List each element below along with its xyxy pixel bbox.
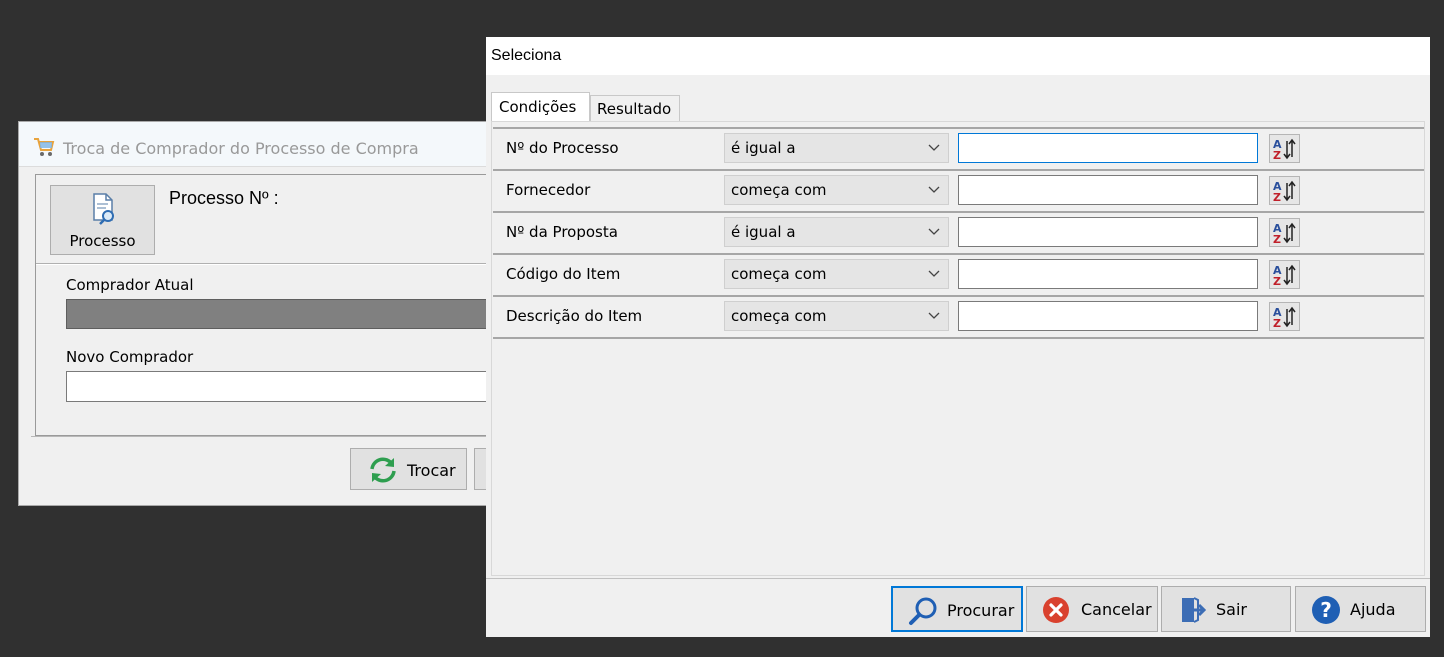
sort-button[interactable]: A Z <box>1269 176 1300 205</box>
process-panel: Processo Processo Nº : Comprador Atual N… <box>35 174 506 436</box>
condition-value-input[interactable] <box>958 259 1258 289</box>
svg-text:Z: Z <box>1273 149 1281 161</box>
refresh-icon <box>370 457 396 483</box>
sort-button[interactable]: A Z <box>1269 302 1300 331</box>
condition-value-input[interactable] <box>958 175 1258 205</box>
cancel-button[interactable]: Cancelar <box>1026 586 1158 632</box>
exit-button[interactable]: Sair <box>1161 586 1291 632</box>
svg-text:Z: Z <box>1273 317 1281 329</box>
condition-row-item-description: Descrição do Item começa com A Z <box>493 295 1424 339</box>
svg-text:?: ? <box>1320 598 1332 622</box>
operator-value: começa com <box>731 307 827 325</box>
condition-field-label: Nº da Proposta <box>506 223 618 241</box>
cancel-x-icon <box>1043 597 1069 623</box>
tab-conditions-label: Condições <box>499 98 577 116</box>
sort-az-icon: A Z <box>1273 138 1296 161</box>
operator-value: começa com <box>731 265 827 283</box>
operator-select[interactable]: começa com <box>724 301 949 331</box>
condition-value-input[interactable] <box>958 301 1258 331</box>
condition-field-label: Código do Item <box>506 265 621 283</box>
sort-button[interactable]: A Z <box>1269 218 1300 247</box>
chevron-down-icon <box>928 186 940 193</box>
chevron-down-icon <box>928 228 940 235</box>
exit-button-label: Sair <box>1216 600 1247 619</box>
search-button[interactable]: Procurar <box>891 586 1023 632</box>
condition-field-label: Fornecedor <box>506 181 591 199</box>
background-window-title: Troca de Comprador do Processo de Compra <box>63 139 419 158</box>
svg-text:Z: Z <box>1273 233 1281 245</box>
conditions-panel: Nº do Processo é igual a A Z Fornecedor … <box>491 121 1425 576</box>
condition-row-proposal-number: Nº da Proposta é igual a A Z <box>493 211 1424 253</box>
condition-field-label: Nº do Processo <box>506 139 619 157</box>
swap-button-label: Trocar <box>407 461 456 480</box>
process-button[interactable]: Processo <box>50 185 155 255</box>
help-button-label: Ajuda <box>1350 600 1396 619</box>
divider <box>486 578 1430 579</box>
help-button[interactable]: ? Ajuda <box>1295 586 1426 632</box>
new-buyer-input[interactable] <box>66 371 506 402</box>
dialog-titlebar: Seleciona <box>486 37 1430 75</box>
operator-value: é igual a <box>731 139 796 157</box>
operator-select[interactable]: é igual a <box>724 217 949 247</box>
sort-button[interactable]: A Z <box>1269 260 1300 289</box>
document-search-icon <box>93 193 114 225</box>
background-window-titlebar: Troca de Comprador do Processo de Compra <box>19 122 497 167</box>
sort-button[interactable]: A Z <box>1269 134 1300 163</box>
dialog-title: Seleciona <box>491 47 562 64</box>
current-buyer-field <box>66 299 506 329</box>
condition-row-item-code: Código do Item começa com A Z <box>493 253 1424 295</box>
background-window: Troca de Comprador do Processo de Compra… <box>18 121 514 506</box>
condition-value-input[interactable] <box>958 133 1258 163</box>
tab-results-label: Resultado <box>597 100 672 118</box>
new-buyer-label: Novo Comprador <box>66 348 194 366</box>
operator-select[interactable]: começa com <box>724 259 949 289</box>
chevron-down-icon <box>928 144 940 151</box>
select-dialog: Seleciona Condições Resultado Nº do Proc… <box>486 37 1430 637</box>
divider <box>31 436 497 437</box>
operator-value: é igual a <box>731 223 796 241</box>
help-question-icon: ? <box>1312 596 1340 624</box>
operator-value: começa com <box>731 181 827 199</box>
sort-az-icon: A Z <box>1273 180 1296 203</box>
sort-az-icon: A Z <box>1273 264 1296 287</box>
condition-row-process-number: Nº do Processo é igual a A Z <box>493 127 1424 169</box>
exit-door-icon <box>1182 597 1206 623</box>
process-button-label: Processo <box>69 232 136 250</box>
swap-button[interactable]: Trocar <box>350 448 467 490</box>
svg-text:Z: Z <box>1273 191 1281 203</box>
condition-field-label: Descrição do Item <box>506 307 643 325</box>
search-button-label: Procurar <box>947 601 1015 620</box>
operator-select[interactable]: é igual a <box>724 133 949 163</box>
current-buyer-label: Comprador Atual <box>66 276 194 294</box>
tab-conditions[interactable]: Condições <box>491 92 590 122</box>
sort-az-icon: A Z <box>1273 222 1296 245</box>
chevron-down-icon <box>928 270 940 277</box>
chevron-down-icon <box>928 312 940 319</box>
condition-row-supplier: Fornecedor começa com A Z <box>493 169 1424 211</box>
condition-value-input[interactable] <box>958 217 1258 247</box>
magnifier-icon <box>909 597 937 625</box>
shopping-cart-icon <box>33 137 55 157</box>
tab-results[interactable]: Resultado <box>590 95 680 122</box>
process-number-label: Processo Nº : <box>169 188 279 208</box>
operator-select[interactable]: começa com <box>724 175 949 205</box>
divider <box>36 263 505 265</box>
svg-text:Z: Z <box>1273 275 1281 287</box>
cancel-button-label: Cancelar <box>1081 600 1152 619</box>
sort-az-icon: A Z <box>1273 306 1296 329</box>
